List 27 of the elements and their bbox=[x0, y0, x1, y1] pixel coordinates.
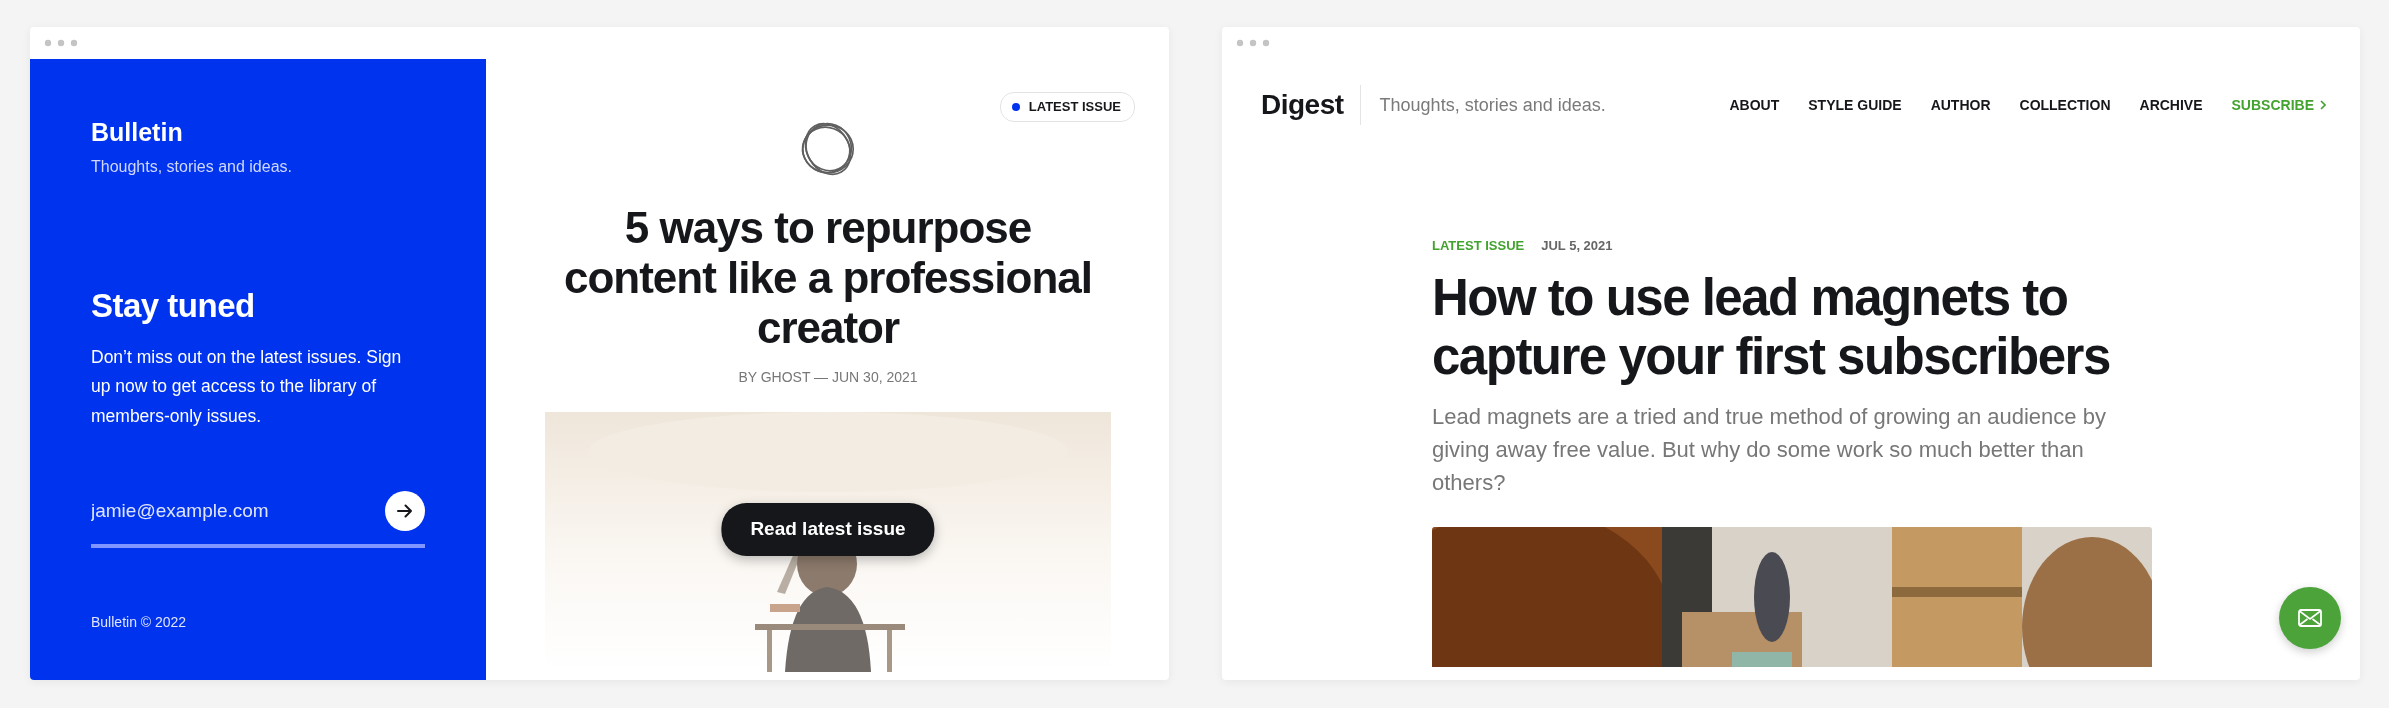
byline: BY GHOST — JUN 30, 2021 bbox=[738, 368, 918, 387]
dots-icon bbox=[44, 39, 78, 47]
submit-button[interactable] bbox=[385, 491, 425, 532]
nav-link[interactable]: ARCHIVE bbox=[2139, 94, 2203, 116]
chevron-right-icon bbox=[2320, 100, 2326, 110]
email-field[interactable]: jamie@example.com bbox=[91, 491, 375, 532]
description-text: Don’t miss out on the latest issues. Sign up now to get access to the library of members-only issues. bbox=[91, 345, 403, 428]
brand-name[interactable]: Bulletin bbox=[91, 117, 425, 147]
post-date: JUL 5, 2021 bbox=[1541, 237, 1613, 255]
envelope-icon bbox=[2298, 609, 2322, 627]
post-title[interactable]: How to use lead magnets to capture your first subscribers bbox=[1432, 267, 2182, 386]
mail-button[interactable] bbox=[2279, 587, 2341, 649]
post-excerpt: Lead magnets are a tried and true method of growing an audience by giving away free value. But why do some work so much better than others? bbox=[1432, 402, 2107, 497]
section-heading: Stay tuned bbox=[91, 286, 256, 326]
post-title[interactable]: 5 ways to repurpose content like a professional creator bbox=[563, 203, 1093, 353]
nav-link[interactable]: ABOUT bbox=[1729, 94, 1780, 116]
tagline: Thoughts, stories and ideas. bbox=[91, 157, 293, 177]
nav-link[interactable]: AUTHOR bbox=[1930, 94, 1991, 116]
nav-link[interactable]: STYLE GUIDE bbox=[1808, 94, 1902, 116]
tagline: Thoughts, stories and ideas. bbox=[1379, 93, 1606, 117]
dots-icon bbox=[1236, 39, 1270, 47]
badge-label: LATEST ISSUE bbox=[1028, 98, 1121, 116]
read-latest-issue-button[interactable]: Read latest issue bbox=[721, 503, 935, 556]
copyright-text: Bulletin © 2022 bbox=[91, 612, 188, 632]
nav-link[interactable]: COLLECTION bbox=[2019, 94, 2111, 116]
brand-name[interactable]: Digest bbox=[1261, 84, 1344, 126]
arrow-right-icon bbox=[397, 504, 413, 519]
